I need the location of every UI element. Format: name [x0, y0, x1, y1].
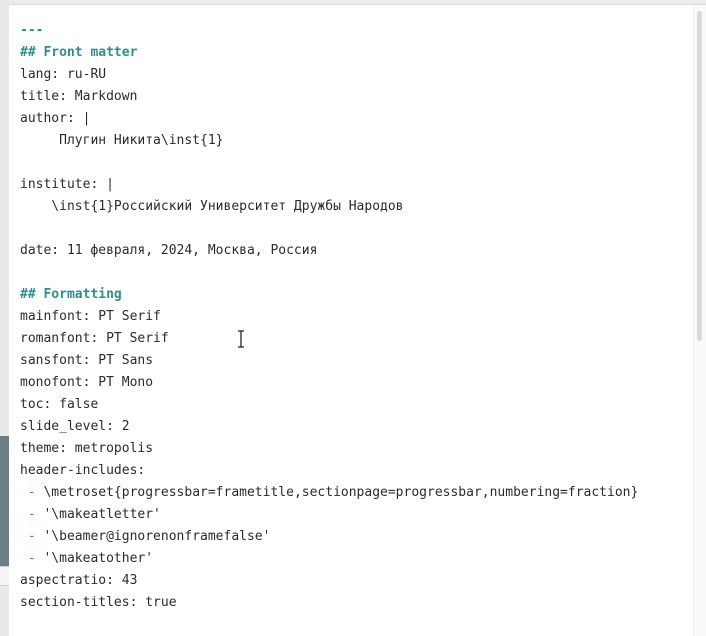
line-aspectratio[interactable]: aspectratio: 43 [20, 570, 638, 592]
line-theme[interactable]: theme: metropolis [20, 438, 638, 460]
list-marker: - [20, 507, 44, 522]
list-marker: - [20, 529, 44, 544]
yaml-separator[interactable]: --- [20, 20, 638, 42]
line-institute-value[interactable]: \inst{1}Российский Университет Дружбы На… [20, 196, 638, 218]
line-toc[interactable]: toc: false [20, 394, 638, 416]
background-window-tab [0, 566, 9, 586]
empty-line[interactable] [20, 218, 638, 240]
line-sansfont[interactable]: sansfont: PT Sans [20, 350, 638, 372]
line-mainfont[interactable]: mainfont: PT Serif [20, 306, 638, 328]
list-item-makeatother[interactable]: - '\makeatother' [20, 548, 638, 570]
list-marker: - [20, 485, 44, 500]
line-section-titles[interactable]: section-titles: true [20, 592, 638, 614]
list-marker: - [20, 551, 44, 566]
comment-front-matter[interactable]: ## Front matter [20, 42, 638, 64]
comment-formatting[interactable]: ## Formatting [20, 284, 638, 306]
list-item-makeatletter[interactable]: - '\makeatletter' [20, 504, 638, 526]
text-editor[interactable]: --- ## Front matter lang: ru-RU title: M… [9, 5, 694, 636]
include-value: '\makeatother' [43, 551, 154, 566]
line-header-includes[interactable]: header-includes: [20, 460, 638, 482]
empty-line[interactable] [20, 152, 638, 174]
include-value: '\makeatletter' [43, 507, 161, 522]
ibeam-cursor-icon [238, 330, 244, 348]
empty-line[interactable] [20, 262, 638, 284]
line-romanfont[interactable]: romanfont: PT Serif [20, 328, 638, 350]
scrollbar-thumb[interactable] [697, 11, 702, 341]
vertical-scrollbar[interactable] [693, 5, 706, 636]
line-institute-key[interactable]: institute: | [20, 174, 638, 196]
line-monofont[interactable]: monofont: PT Mono [20, 372, 638, 394]
screen: --- ## Front matter lang: ru-RU title: M… [0, 0, 706, 636]
background-window-panel [0, 436, 9, 566]
line-date[interactable]: date: 11 февраля, 2024, Москва, Россия [20, 240, 638, 262]
line-title[interactable]: title: Markdown [20, 86, 638, 108]
line-lang[interactable]: lang: ru-RU [20, 64, 638, 86]
list-item-metroset[interactable]: - \metroset{progressbar=frametitle,secti… [20, 482, 639, 504]
line-slide-level[interactable]: slide_level: 2 [20, 416, 638, 438]
list-item-beamer-ignore[interactable]: - '\beamer@ignorenonframefalse' [20, 526, 638, 548]
include-value: '\beamer@ignorenonframefalse' [43, 529, 271, 544]
line-author-key[interactable]: author: | [20, 108, 638, 130]
include-value: \metroset{progressbar=frametitle,section… [43, 485, 639, 500]
line-author-value[interactable]: Плугин Никита\inst{1} [20, 130, 638, 152]
editor-lines[interactable]: --- ## Front matter lang: ru-RU title: M… [20, 20, 638, 614]
